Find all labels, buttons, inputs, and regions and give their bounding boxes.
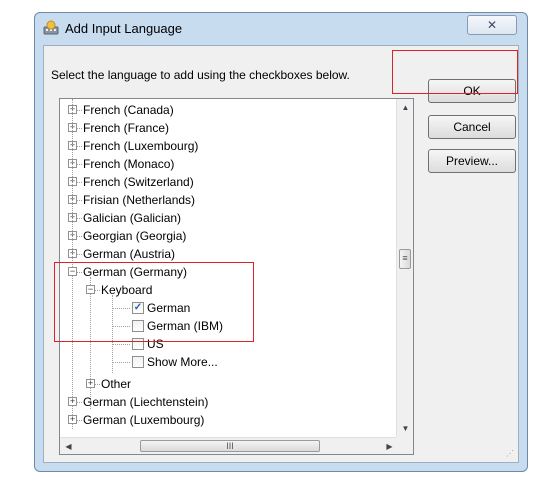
horizontal-scroll-thumb[interactable]: III	[140, 440, 320, 452]
german-highlight-box	[54, 262, 254, 342]
tree-item-label: French (France)	[83, 121, 170, 135]
tree-item-label: French (Canada)	[83, 103, 174, 117]
tree-item-label: French (Luxembourg)	[83, 139, 199, 153]
cancel-button[interactable]: Cancel	[428, 115, 516, 139]
tree-item-label: German (Luxembourg)	[83, 413, 205, 427]
scroll-left-icon[interactable]: ◀	[60, 438, 77, 454]
expand-icon[interactable]: +	[68, 415, 77, 424]
ok-highlight-box	[392, 50, 518, 94]
tree-item-label: Other	[101, 377, 132, 391]
close-button[interactable]: ✕	[467, 15, 517, 35]
title-bar[interactable]: Add Input Language ✕	[35, 13, 527, 43]
tree-item-label: French (Switzerland)	[83, 175, 194, 189]
resize-grip-icon[interactable]: ⋰	[506, 449, 514, 458]
expand-icon[interactable]: +	[68, 397, 77, 406]
preview-button[interactable]: Preview...	[428, 149, 516, 173]
tree-item-label: Galician (Galician)	[83, 211, 182, 225]
vertical-scroll-thumb[interactable]: ≡	[399, 249, 411, 269]
horizontal-scrollbar[interactable]: ◀ III ▶	[60, 437, 398, 454]
keyboard-option-label: Show More...	[147, 355, 218, 369]
close-icon: ✕	[486, 18, 498, 32]
scroll-down-icon[interactable]: ▼	[397, 420, 413, 437]
scrollbar-corner	[396, 437, 413, 454]
tree-item-label: Georgian (Georgia)	[83, 229, 187, 243]
tree-item-label: Frisian (Netherlands)	[83, 193, 196, 207]
tree-item-label: German (Liechtenstein)	[83, 395, 209, 409]
expand-icon[interactable]: +	[86, 379, 95, 388]
checkbox-show-more[interactable]	[132, 356, 144, 368]
dialog-client-area: Select the language to add using the che…	[43, 45, 519, 463]
instruction-text: Select the language to add using the che…	[51, 68, 350, 82]
vertical-scrollbar[interactable]: ▲ ≡ ▼	[396, 99, 413, 437]
window-title: Add Input Language	[65, 21, 183, 36]
keyboard-language-icon	[43, 20, 59, 35]
scroll-up-icon[interactable]: ▲	[397, 99, 413, 116]
tree-item-label: German (Austria)	[83, 247, 176, 261]
tree-item-label: French (Monaco)	[83, 157, 175, 171]
